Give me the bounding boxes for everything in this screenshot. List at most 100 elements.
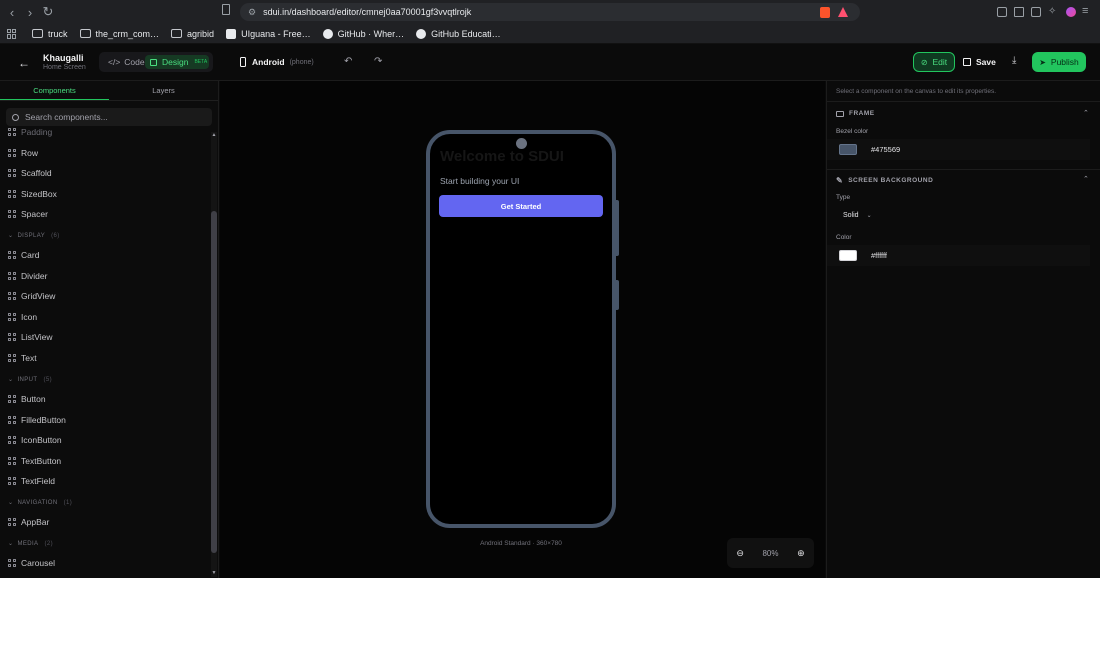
background-color-value[interactable]: #ffffff [871, 251, 887, 260]
list-item[interactable]: Card [8, 249, 39, 261]
brave-rewards-icon[interactable] [838, 7, 848, 17]
category-navigation[interactable]: ⌄ NAVIGATION (1) [8, 499, 72, 507]
component-icon [8, 149, 16, 157]
component-icon [8, 313, 16, 321]
component-label: Icon [21, 312, 38, 322]
undo-icon[interactable]: ↶ [344, 56, 352, 67]
list-item[interactable]: FilledButton [8, 414, 66, 426]
list-item[interactable]: Divider [8, 270, 47, 282]
design-icon [150, 58, 157, 66]
list-item[interactable]: Button [8, 393, 46, 405]
list-item[interactable]: Row [8, 147, 38, 159]
forward-nav-icon[interactable]: › [21, 3, 39, 21]
background-section-header[interactable]: ✎ SCREEN BACKGROUND [836, 176, 933, 185]
list-item[interactable]: Icon [8, 311, 37, 323]
type-select[interactable]: Solid ⌄ [843, 212, 872, 219]
get-started-button[interactable]: Get Started [439, 195, 603, 217]
wallet-icon[interactable] [1031, 7, 1041, 17]
browser-toolbar: ‹ › ↻ ⚙ sdui.in/dashboard/editor/cmnej0a… [0, 0, 1100, 24]
list-item[interactable]: Text [8, 352, 37, 364]
code-mode-button[interactable]: </> Code [103, 55, 150, 69]
component-icon [8, 518, 16, 526]
address-bar[interactable]: ⚙ sdui.in/dashboard/editor/cmnej0aa70001… [240, 3, 860, 21]
component-label: TextField [21, 476, 56, 486]
category-count: (6) [51, 232, 60, 239]
category-media[interactable]: ⌄ MEDIA (2) [8, 540, 53, 548]
category-label: MEDIA [17, 540, 39, 547]
list-item[interactable]: Padding [8, 127, 52, 138]
chevron-down-icon: ⌄ [8, 541, 14, 547]
bookmark-github-where[interactable]: GitHub · Wher… [322, 28, 404, 39]
list-item[interactable]: AppBar [8, 516, 49, 528]
profile-avatar[interactable] [1066, 7, 1076, 17]
device-type: (phone) [289, 58, 314, 66]
site-info-icon[interactable]: ⚙ [248, 7, 256, 18]
bookmark-icon[interactable] [222, 4, 230, 15]
leo-ai-icon[interactable]: ✧ [1048, 6, 1056, 17]
redo-icon[interactable]: ↷ [374, 56, 382, 67]
frame-section-header[interactable]: FRAME [836, 110, 875, 117]
phone-side-button [615, 200, 619, 256]
phone-frame[interactable] [426, 130, 616, 528]
paint-brush-icon: ✎ [836, 176, 844, 185]
list-item[interactable]: GridView [8, 290, 55, 302]
list-item[interactable]: ListView [8, 331, 53, 343]
bezel-color-field[interactable]: #475569 [827, 139, 1090, 160]
publish-button[interactable]: ➤ Publish [1032, 52, 1086, 72]
back-arrow-icon[interactable]: ← [18, 56, 30, 70]
device-selector[interactable]: Android (phone) [240, 57, 314, 67]
chevron-up-icon[interactable]: ⌃ [1083, 109, 1089, 117]
category-display[interactable]: ⌄ DISPLAY (6) [8, 232, 60, 240]
subtitle-text[interactable]: Start building your UI [440, 176, 519, 186]
panel-tabs: Components Layers [0, 81, 218, 101]
zoom-level: 80% [762, 548, 779, 558]
scroll-up-icon[interactable]: ▲ [211, 132, 217, 138]
design-mode-button[interactable]: Design BETA [145, 55, 209, 69]
list-item[interactable]: Scaffold [8, 167, 52, 179]
scrollbar-thumb[interactable] [211, 211, 217, 553]
background-color-swatch[interactable] [839, 250, 857, 261]
list-item[interactable]: Spacer [8, 208, 48, 220]
bookmark-agribid[interactable]: agribid [171, 29, 214, 39]
tab-layers[interactable]: Layers [109, 81, 218, 100]
category-input[interactable]: ⌄ INPUT (5) [8, 376, 52, 384]
bookmark-crm[interactable]: the_crm_com… [79, 29, 159, 39]
back-nav-icon[interactable]: ‹ [3, 3, 21, 21]
chevron-up-icon[interactable]: ⌃ [1083, 175, 1089, 183]
component-icon [8, 128, 16, 136]
component-icon [8, 190, 16, 198]
bezel-color-value[interactable]: #475569 [871, 145, 900, 154]
search-input[interactable]: Search components... [6, 108, 212, 126]
component-label: Text [21, 353, 37, 363]
apps-icon[interactable] [7, 28, 17, 39]
extensions-icon[interactable] [997, 7, 1007, 17]
tab-components[interactable]: Components [0, 81, 109, 100]
download-icon[interactable]: ⤓ [1012, 55, 1016, 66]
list-item[interactable]: Carousel [8, 557, 55, 569]
divider [827, 101, 1100, 102]
list-item[interactable]: TextButton [8, 455, 61, 467]
bookmark-github-education[interactable]: GitHub Educati… [416, 28, 501, 39]
background-color-field[interactable]: #ffffff [827, 245, 1090, 266]
brave-shield-icon[interactable] [820, 7, 830, 18]
list-item[interactable]: SizedBox [8, 188, 57, 200]
save-button[interactable]: Save [963, 57, 996, 67]
bookmark-uiguana[interactable]: UIguana - Free… [226, 28, 311, 39]
component-icon [8, 436, 16, 444]
phone-side-button [615, 280, 619, 310]
sidebar-icon[interactable] [1014, 7, 1024, 17]
list-item[interactable]: IconButton [8, 434, 62, 446]
component-label: Divider [21, 271, 48, 281]
welcome-text[interactable]: Welcome to SDUI [440, 148, 564, 165]
code-icon: </> [108, 57, 121, 67]
list-item[interactable]: TextField [8, 475, 55, 487]
zoom-out-icon[interactable]: ⊖ [736, 548, 744, 559]
section-title: FRAME [849, 110, 875, 117]
menu-icon[interactable]: ≡ [1082, 5, 1088, 17]
bookmark-truck[interactable]: truck [32, 29, 68, 39]
bezel-color-swatch[interactable] [839, 144, 857, 155]
edit-button[interactable]: ⊘ Edit [913, 52, 955, 72]
zoom-in-icon[interactable]: ⊕ [797, 548, 805, 559]
scroll-down-icon[interactable]: ▼ [211, 570, 217, 576]
reload-icon[interactable]: ↻ [39, 3, 57, 21]
